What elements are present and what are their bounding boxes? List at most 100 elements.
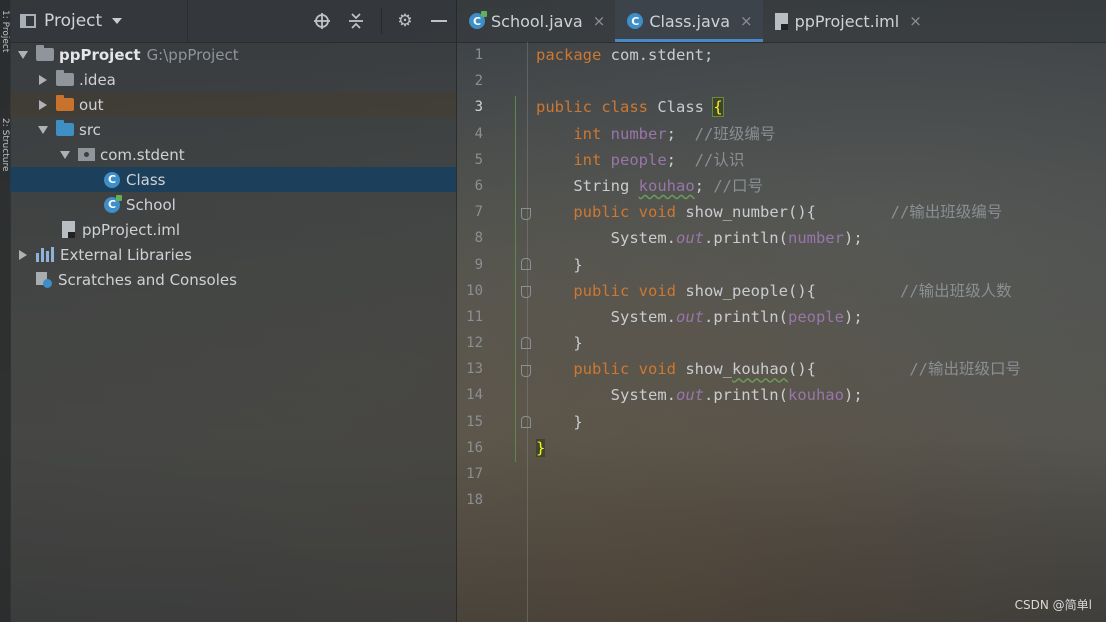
collapse-arrow-icon[interactable]	[36, 98, 50, 112]
chevron-down-icon[interactable]	[112, 18, 123, 24]
code-text: .println(	[703, 307, 788, 326]
tree-item-label: ppProject.iml	[82, 220, 181, 239]
code-text: com.stdent;	[601, 46, 714, 64]
code-line-5: int people; //认识	[536, 147, 1096, 173]
folder-icon	[56, 70, 74, 86]
tree-item-external-libraries[interactable]: External Libraries	[10, 242, 456, 267]
gear-icon[interactable]: ⚙	[394, 10, 416, 32]
project-tool-button[interactable]: 1: Project	[0, 10, 10, 100]
expand-arrow-icon[interactable]	[36, 123, 50, 137]
close-icon[interactable]: ×	[593, 12, 606, 30]
code-area[interactable]: package com.stdent; public class Class {…	[536, 42, 1096, 513]
fold-icon[interactable]	[521, 258, 531, 270]
module-file-icon	[774, 12, 788, 30]
tree-item-school[interactable]: C School	[10, 192, 456, 217]
tree-item-src[interactable]: src	[10, 117, 456, 142]
close-icon[interactable]: ×	[740, 12, 753, 30]
code-text: );	[843, 229, 863, 248]
fold-icon[interactable]	[521, 208, 531, 220]
locate-file-icon[interactable]	[311, 10, 333, 32]
expand-arrow-icon[interactable]	[58, 148, 72, 162]
line-number-gutter[interactable]: 1 2 3 4 5 6 7 8 9 10 11 12 13 14 15 16 1…	[457, 42, 527, 622]
tree-item-out[interactable]: out	[10, 92, 456, 117]
tree-item-label: External Libraries	[60, 245, 192, 264]
tree-item-scratches[interactable]: Scratches and Consoles	[10, 267, 456, 292]
collapse-arrow-icon[interactable]	[16, 248, 30, 262]
code-editor: C School.java × C Class.java × ppProject…	[456, 0, 1106, 622]
code-line-16: }	[536, 435, 1096, 461]
tree-item-ppproject-iml[interactable]: ppProject.iml	[10, 217, 456, 242]
folder-icon	[36, 45, 54, 61]
collapse-all-icon[interactable]	[345, 10, 367, 32]
code-line-3: public class Class {	[536, 94, 1096, 120]
java-main-class-icon: C	[469, 11, 487, 29]
output-folder-icon	[56, 95, 74, 111]
tree-item-label: .idea	[79, 70, 116, 89]
method-name: show_number(){	[676, 203, 816, 222]
tree-item-com-stdent[interactable]: com.stdent	[10, 142, 456, 167]
close-icon[interactable]: ×	[909, 12, 922, 30]
code-line-15: }	[536, 409, 1096, 435]
keyword: int	[573, 150, 602, 169]
code-text: }	[573, 255, 583, 274]
line-number: 17	[466, 466, 483, 482]
code-line-13: public void show_kouhao(){ //输出班级口号	[536, 356, 1096, 382]
line-number: 7	[474, 204, 483, 221]
tab-ppproject-iml[interactable]: ppProject.iml ×	[763, 0, 932, 42]
keyword: int	[573, 124, 602, 143]
tree-item-idea[interactable]: .idea	[10, 67, 456, 92]
project-panel-title: Project	[44, 11, 103, 31]
code-text: System.	[610, 386, 676, 405]
code-text: .println(	[703, 386, 788, 405]
code-text: System.	[610, 229, 676, 248]
line-number: 12	[466, 335, 483, 352]
keyword: public	[573, 360, 630, 379]
tree-item-label: ppProject	[59, 45, 141, 64]
comment: //输出班级人数	[899, 281, 1012, 300]
code-text: }	[573, 334, 583, 353]
line-number: 3	[474, 99, 483, 116]
panel-toolbar: ⚙	[299, 0, 450, 42]
line-number: 9	[474, 256, 483, 273]
line-number: 6	[474, 177, 483, 194]
keyword: public	[536, 98, 592, 117]
comment: //班级编号	[694, 124, 776, 143]
toolbar-divider	[381, 8, 382, 34]
tree-item-ppproject[interactable]: ppProject G:\ppProject	[10, 42, 456, 67]
collapse-arrow-icon[interactable]	[36, 73, 50, 87]
line-number: 18	[466, 492, 483, 509]
fold-icon[interactable]	[521, 416, 531, 428]
fold-icon[interactable]	[521, 337, 531, 349]
project-panel-header: Project ⚙	[10, 0, 456, 43]
code-line-6: String kouhao; //口号	[536, 173, 1096, 199]
tree-item-label: Class	[126, 170, 166, 189]
project-view-selector[interactable]: Project	[10, 0, 188, 42]
gutter-divider	[527, 42, 528, 622]
project-path: G:\ppProject	[146, 45, 239, 64]
line-number: 10	[466, 282, 483, 299]
code-text: ;	[666, 124, 695, 143]
watermark: CSDN @简单l	[1014, 598, 1092, 612]
line-number: 1	[474, 47, 483, 63]
code-line-9: }	[536, 252, 1096, 278]
field-name: kouhao	[787, 386, 844, 405]
class-name: Class	[648, 98, 714, 117]
comment: //输出班级口号	[909, 360, 1021, 379]
tab-school-java[interactable]: C School.java ×	[457, 0, 615, 42]
tab-class-java[interactable]: C Class.java ×	[615, 0, 763, 42]
minimize-icon[interactable]	[428, 10, 450, 32]
fold-icon[interactable]	[521, 365, 531, 377]
tree-item-class[interactable]: C Class	[10, 167, 456, 192]
keyword: void	[638, 281, 676, 300]
line-number: 13	[466, 361, 483, 378]
keyword: void	[638, 360, 676, 379]
code-text: );	[843, 386, 863, 405]
module-file-icon	[62, 221, 75, 238]
expand-arrow-icon[interactable]	[16, 48, 30, 62]
method-name: show_people(){	[676, 281, 816, 300]
method-name: kouhao	[732, 360, 788, 379]
project-tree: ppProject G:\ppProject .idea out src com…	[10, 42, 456, 292]
structure-tool-button[interactable]: 2: Structure	[0, 118, 10, 218]
fold-icon[interactable]	[521, 286, 531, 298]
